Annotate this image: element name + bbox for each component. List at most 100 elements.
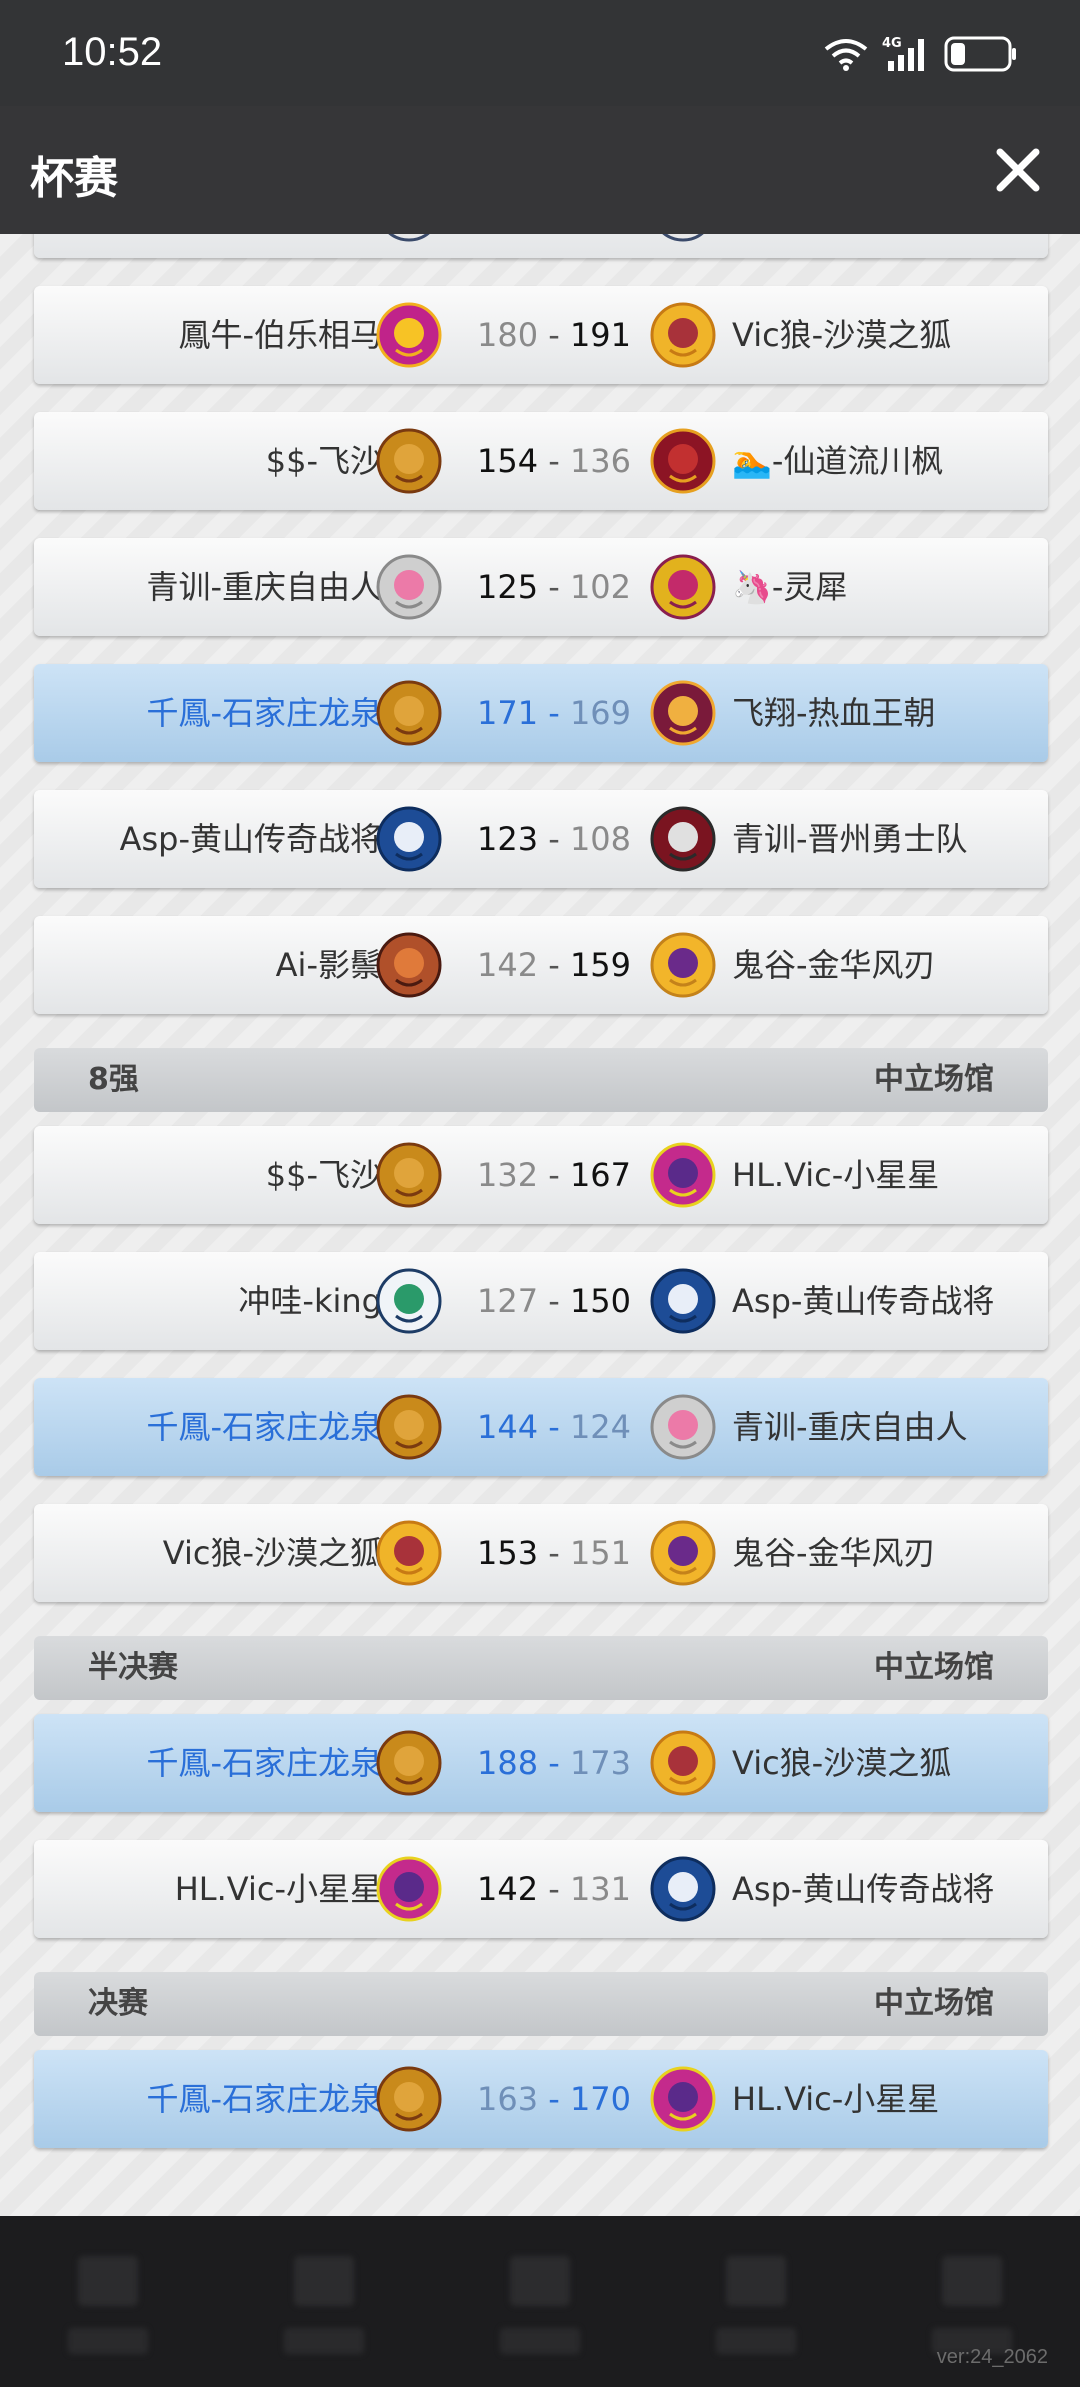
home-team-name: 青训-重庆自由人 — [146, 568, 382, 606]
lion-logo — [376, 1730, 442, 1796]
match-score — [454, 234, 654, 258]
version-label: ver:24_2062 — [936, 2346, 1048, 2368]
match-row[interactable]: 千鳳-石家庄龙泉 171 - 169 飞翔-热血王朝 — [34, 664, 1048, 762]
away-team-name: Vic狼-沙漠之狐 — [732, 1744, 952, 1782]
match-row[interactable]: 鳳牛-伯乐相马 180 - 191 Vic狼-沙漠之狐 — [34, 286, 1048, 384]
away-team-name: 青训-晋州勇士队 — [732, 820, 968, 858]
match-score: 123 - 108 — [454, 790, 654, 888]
close-icon — [996, 148, 1040, 192]
match-score: 144 - 124 — [454, 1378, 654, 1476]
away-score: 150 — [569, 1282, 632, 1320]
match-row[interactable]: 千鳳-石家庄龙泉 163 - 170 HL.Vic-小星星 — [34, 2050, 1048, 2148]
match-score: 132 - 167 — [454, 1126, 654, 1224]
match-score: 153 - 151 — [454, 1504, 654, 1602]
home-score: 153 — [476, 1534, 539, 1572]
round-header: 半决赛 中立场馆 — [34, 1636, 1048, 1700]
match-row[interactable]: 千鳳-石家庄龙泉 188 - 173 Vic狼-沙漠之狐 — [34, 1714, 1048, 1812]
close-button[interactable] — [992, 144, 1044, 196]
nav-item-3[interactable] — [432, 2216, 648, 2387]
home-team-name: $$-飞沙 — [265, 442, 382, 480]
beast-logo — [650, 680, 716, 746]
fox-logo — [650, 302, 716, 368]
home-score: 123 — [476, 820, 539, 858]
away-score: 159 — [569, 946, 632, 984]
fox-logo — [376, 1520, 442, 1586]
match-score: 163 - 170 — [454, 2050, 654, 2148]
away-team-name: 鬼谷-金华风刃 — [732, 1534, 936, 1572]
nav-1-icon — [78, 2256, 138, 2306]
nav-item-4[interactable] — [648, 2216, 864, 2387]
status-icons: 4G — [824, 34, 1018, 74]
lion-logo — [376, 2066, 442, 2132]
away-team-name: Asp-黄山传奇战将 — [732, 1282, 995, 1320]
away-score: 124 — [569, 1408, 632, 1446]
score-separator: - — [538, 1744, 570, 1782]
dino-shield-logo — [376, 1268, 442, 1334]
home-team-name: Asp-黄山传奇战将 — [119, 820, 382, 858]
away-score: 173 — [569, 1744, 632, 1782]
home-team-name: 鳳牛-伯乐相马 — [178, 316, 382, 354]
score-separator: - — [538, 694, 570, 732]
away-team-name: Vic狼-沙漠之狐 — [732, 316, 952, 354]
rocket-logo — [650, 1520, 716, 1586]
match-score: 171 - 169 — [454, 664, 654, 762]
away-team-name: 🦄-灵犀 — [732, 568, 848, 606]
match-row[interactable]: $$-飞沙 132 - 167 HL.Vic-小星星 — [34, 1126, 1048, 1224]
away-score: 151 — [569, 1534, 632, 1572]
match-row[interactable] — [34, 234, 1048, 258]
match-score: 125 - 102 — [454, 538, 654, 636]
match-row[interactable]: 青训-重庆自由人 125 - 102 🦄-灵犀 — [34, 538, 1048, 636]
pig-logo — [376, 554, 442, 620]
match-score: 188 - 173 — [454, 1714, 654, 1812]
match-row[interactable]: Asp-黄山传奇战将 123 - 108 青训-晋州勇士队 — [34, 790, 1048, 888]
away-score: 191 — [569, 316, 632, 354]
dragon-shield-logo — [376, 1856, 442, 1922]
away-score: 169 — [569, 694, 632, 732]
match-score: 127 - 150 — [454, 1252, 654, 1350]
match-row[interactable]: HL.Vic-小星星 142 - 131 Asp-黄山传奇战将 — [34, 1840, 1048, 1938]
score-separator: - — [538, 1408, 570, 1446]
nav-item-1[interactable] — [0, 2216, 216, 2387]
logo-partial — [388, 234, 430, 242]
match-score: 180 - 191 — [454, 286, 654, 384]
bottom-navigation — [0, 2216, 1080, 2387]
pig-logo — [650, 1394, 716, 1460]
home-score: 125 — [476, 568, 539, 606]
page-title: 杯赛 — [30, 153, 118, 204]
away-score: 170 — [569, 2080, 632, 2118]
lion-logo — [376, 680, 442, 746]
logo-partial — [662, 234, 704, 242]
lion-logo — [376, 1394, 442, 1460]
status-bar: 10:52 4G — [0, 0, 1080, 106]
round-venue: 中立场馆 — [874, 1986, 994, 2021]
score-separator: - — [538, 1870, 570, 1908]
cup-bracket-list[interactable]: 鳳牛-伯乐相马 180 - 191 Vic狼-沙漠之狐 $$-飞沙 154 - 136 🏊… — [0, 234, 1080, 2216]
network-type-label: 4G — [882, 36, 902, 51]
match-row[interactable]: Vic狼-沙漠之狐 153 - 151 鬼谷-金华风刃 — [34, 1504, 1048, 1602]
score-separator: - — [538, 1282, 570, 1320]
score-separator: - — [538, 316, 570, 354]
match-row[interactable]: 千鳳-石家庄龙泉 144 - 124 青训-重庆自由人 — [34, 1378, 1048, 1476]
nav-5-icon — [942, 2256, 1002, 2306]
home-score: 142 — [476, 946, 539, 984]
battery-icon — [944, 35, 1018, 73]
match-row[interactable]: 冲哇-king 127 - 150 Asp-黄山传奇战将 — [34, 1252, 1048, 1350]
match-score: 142 - 131 — [454, 1840, 654, 1938]
unicorn-logo — [376, 806, 442, 872]
home-team-name: 千鳳-石家庄龙泉 — [146, 1744, 382, 1782]
home-team-name: Ai-影鬃 — [275, 946, 382, 984]
away-score: 131 — [569, 1870, 632, 1908]
match-row[interactable]: $$-飞沙 154 - 136 🏊-仙道流川枫 — [34, 412, 1048, 510]
home-score: 171 — [476, 694, 539, 732]
boar-logo — [376, 932, 442, 998]
nav-item-2[interactable] — [216, 2216, 432, 2387]
nav-2-icon — [294, 2256, 354, 2306]
match-row[interactable]: Ai-影鬃 142 - 159 鬼谷-金华风刃 — [34, 916, 1048, 1014]
home-team-name: 千鳳-石家庄龙泉 — [146, 2080, 382, 2118]
wifi-icon — [824, 37, 868, 71]
match-score: 154 - 136 — [454, 412, 654, 510]
match-score: 142 - 159 — [454, 916, 654, 1014]
score-separator: - — [538, 2080, 570, 2118]
home-score: 180 — [476, 316, 539, 354]
round-name: 8强 — [88, 1062, 139, 1097]
